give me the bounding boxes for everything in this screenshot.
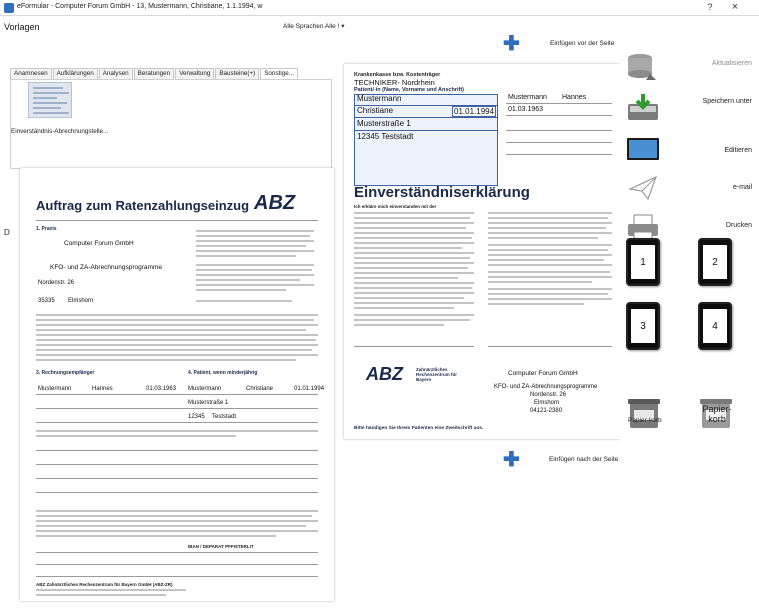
insert-after-plus-icon[interactable]: ✚	[503, 450, 520, 470]
tab-bausteine[interactable]: Bausteine(+)	[215, 68, 260, 79]
doc-program: KFO- und ZA-Abrechnungsprogramme	[50, 264, 162, 271]
doc-zip: 35335	[38, 298, 55, 304]
speichern-button[interactable]: Speichern unter	[680, 98, 752, 105]
doc-street: Nordenstr. 26	[38, 280, 75, 286]
database-refresh-icon[interactable]	[626, 52, 660, 82]
rd-intro: Ich erkläre mich einverstanden mit der	[354, 204, 437, 209]
insert-after-label[interactable]: Einfügen nach der Seite	[549, 456, 618, 463]
vorlagen-label: Vorlagen	[4, 22, 40, 32]
doc-city: Elmshorn	[68, 298, 94, 304]
payer-dob: 01.03.1963	[146, 386, 177, 392]
language-select-value: Alle Sprachen Alle !	[283, 23, 340, 30]
drucken-button[interactable]: Drucken	[680, 222, 752, 229]
title-bar: eFormular - Computer Forum GmbH - 13, Mu…	[0, 0, 759, 16]
section-4-label: 4. Patient, wenn minderjährig	[188, 370, 258, 376]
iban-label: IBAN / DEPARAT PFFISTERLIT	[188, 544, 254, 549]
window-title: eFormular - Computer Forum GmbH - 13, Mu…	[17, 3, 263, 10]
language-select[interactable]: Alle Sprachen Alle ! ▾	[283, 22, 345, 34]
stray-label: D	[4, 228, 10, 237]
rd-practice-program: KFO- und ZA-Abrechnungsprogramme	[494, 384, 598, 390]
template-thumbnail[interactable]	[28, 82, 72, 118]
tab-anamnesen[interactable]: Anamnesen	[10, 68, 52, 79]
rd-title: Einverständniserklärung	[354, 184, 530, 201]
help-button[interactable]: ?	[704, 2, 716, 12]
close-button[interactable]: ×	[728, 1, 742, 13]
payer-lastname: Mustermann	[38, 386, 72, 392]
layout-3-button[interactable]: 3	[626, 302, 660, 350]
editieren-button[interactable]: Editieren	[680, 147, 752, 154]
footer-company: ABZ Zahnärztliches Rechenzentrum für Bay…	[36, 582, 173, 587]
aktualisieren-button[interactable]: Aktualisieren	[680, 60, 752, 67]
email-button[interactable]: e-mail	[680, 184, 752, 191]
app-icon	[4, 3, 14, 13]
document-page-einverstaendnis[interactable]: Krankenkasse bzw. Kostenträger TECHNIKER…	[344, 64, 620, 439]
section-3-label: 3. Rechnungsempfänger	[36, 370, 95, 376]
rd-practice-street: Nordenstr. 26	[530, 392, 567, 398]
layout-2-button[interactable]: 2	[698, 238, 732, 286]
insurance-name: TECHNIKER- Nordrhein	[354, 78, 435, 87]
doc-company: Computer Forum GmbH	[64, 240, 134, 247]
rd-payer-dob[interactable]: 01.03.1963	[508, 106, 543, 113]
insert-before-label[interactable]: Einfügen vor der Seite	[550, 40, 614, 47]
rd-practice-city: Elmshorn	[534, 400, 560, 406]
monitor-edit-icon[interactable]	[626, 137, 660, 163]
rd-dob[interactable]: 01.01.1994	[452, 106, 497, 117]
rd-footer: Bitte händigen Sie Ihrem Patienten eine …	[354, 426, 484, 431]
insert-before-plus-icon[interactable]: ✚	[503, 34, 520, 54]
tab-verwaltung[interactable]: Verwaltung	[175, 68, 215, 79]
rd-street[interactable]: Musterstraße 1	[357, 119, 411, 128]
chevron-down-icon: ▾	[341, 23, 345, 30]
payer-firstname: Hannes	[92, 386, 113, 392]
rd-zip-city[interactable]: 12345 Teststadt	[357, 132, 413, 141]
template-caption[interactable]: Einverständnis-Abrechnungstelle...	[11, 128, 108, 135]
tab-aufklaerungen[interactable]: Aufklärungen	[52, 68, 98, 79]
trash-bin-icon[interactable]	[626, 396, 662, 430]
tab-analysen[interactable]: Analysen	[98, 68, 133, 79]
template-tabstrip: Anamnesen Aufklärungen Analysen Beratungen V…	[10, 68, 299, 79]
patient-label: Patient/-in (Name, Vorname und Anschrift…	[354, 87, 465, 93]
address-zip: 12345	[188, 414, 205, 420]
abz-logo: ABZ	[254, 192, 296, 214]
rd-practice-phone: 04121-2380	[530, 408, 563, 414]
document-page-ratenzahlung[interactable]: Auftrag zum Ratenzahlungseinzug ABZ 1. P…	[20, 168, 334, 601]
layout-2-label: 2	[703, 245, 727, 279]
patient-firstname: Christiane	[246, 386, 274, 392]
rd-practice-name: Computer Forum GmbH	[508, 370, 578, 377]
address-street: Musterstraße 1	[188, 400, 229, 406]
layout-3-label: 3	[631, 309, 655, 343]
doc-title: Auftrag zum Ratenzahlungseinzug	[36, 198, 250, 213]
papierkorb-right-label[interactable]: Papier-korb	[698, 404, 736, 424]
layout-4-label: 4	[703, 309, 727, 343]
tab-beratungen[interactable]: Beratungen	[133, 68, 175, 79]
rd-firstname[interactable]: Christiane	[357, 106, 393, 115]
rd-abz-logo: ABZ	[366, 364, 403, 384]
rd-lastname[interactable]: Mustermann	[357, 94, 401, 103]
patient-dob: 01.01.1994	[294, 386, 325, 392]
rd-payer-lastname[interactable]: Mustermann	[508, 94, 547, 101]
tab-sonstige[interactable]: Sonstige...	[260, 68, 298, 79]
rd-payer-firstname[interactable]: Hannes	[562, 94, 586, 101]
address-city: Teststadt	[212, 414, 237, 420]
rd-abz-sub: Zahnärztliches Rechenzentrum für Bayern	[416, 367, 458, 382]
patient-lastname: Mustermann	[188, 386, 222, 392]
layout-4-button[interactable]: 4	[698, 302, 732, 350]
paper-plane-icon[interactable]	[628, 175, 658, 201]
papierkorb-left-label[interactable]: Papier-korb	[628, 417, 662, 424]
save-download-icon[interactable]	[626, 92, 660, 122]
layout-1-label: 1	[631, 245, 655, 279]
layout-1-button[interactable]: 1	[626, 238, 660, 286]
